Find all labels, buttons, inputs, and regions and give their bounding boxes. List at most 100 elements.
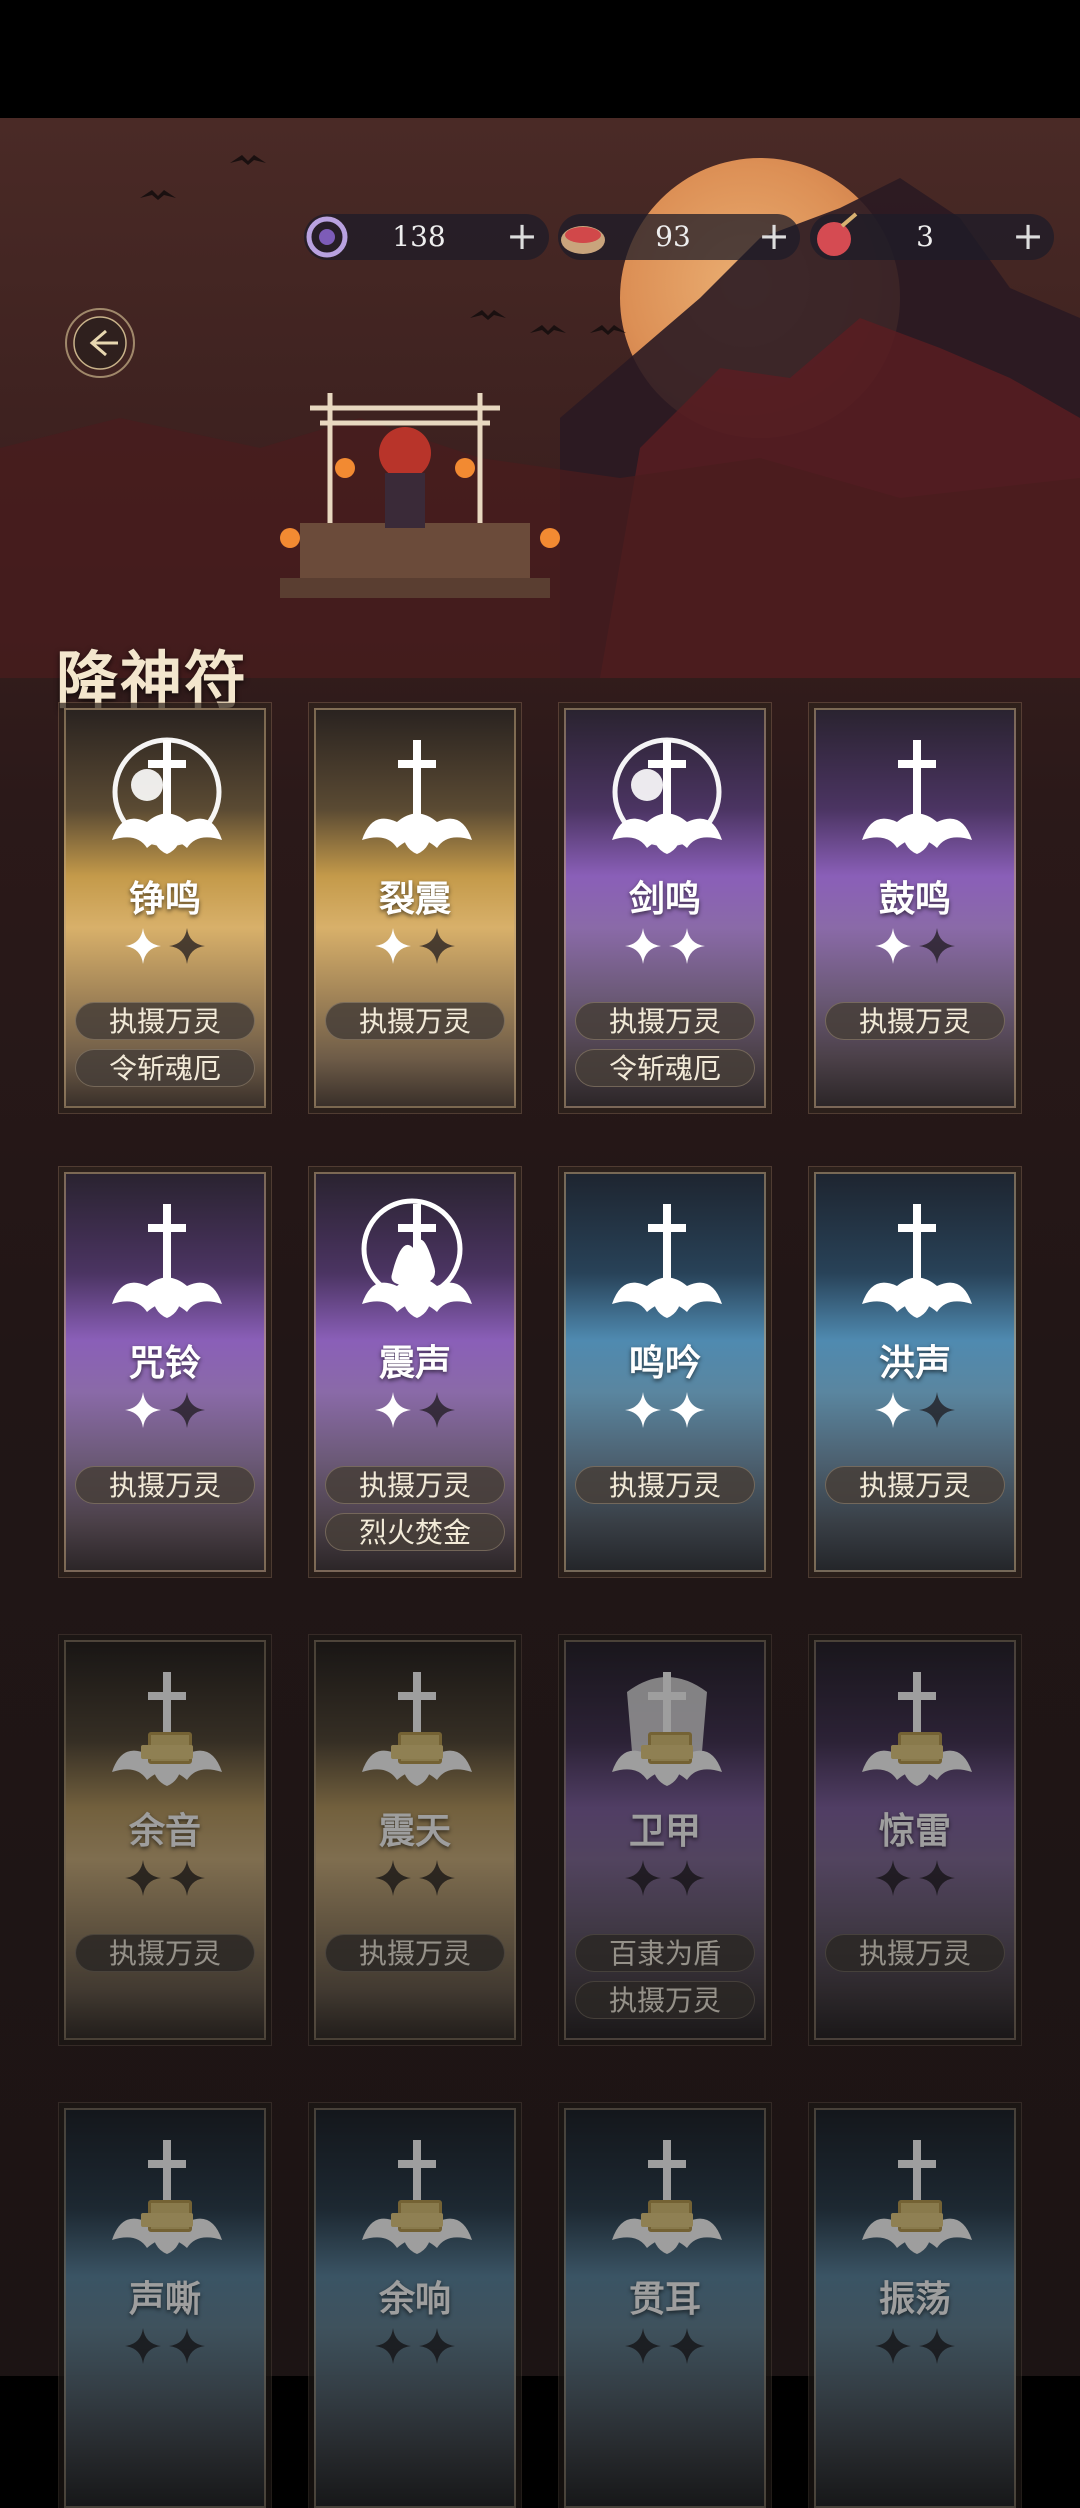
skill-tag: 执摄万灵 bbox=[325, 1466, 505, 1504]
star-filled-icon bbox=[375, 928, 411, 964]
talisman-card[interactable]: 声嘶 bbox=[64, 2108, 266, 2508]
page-title: 降神符 bbox=[56, 644, 249, 717]
lock-icon bbox=[391, 2200, 443, 2232]
skill-tag: 执摄万灵 bbox=[825, 1002, 1005, 1040]
skill-tag: 令斩魂厄 bbox=[75, 1049, 255, 1087]
star-empty-icon bbox=[419, 1860, 455, 1896]
back-arrow-icon bbox=[65, 308, 135, 378]
star-rating bbox=[566, 2326, 764, 2366]
star-empty-icon bbox=[669, 2328, 705, 2364]
currency-bar-spirit: 138 + bbox=[304, 214, 549, 260]
talisman-card[interactable]: 卫甲 百隶为盾 执摄万灵 bbox=[564, 1640, 766, 2040]
add-currency-button[interactable]: + bbox=[502, 214, 542, 260]
sword-cloud-emblem-icon bbox=[612, 1204, 722, 1318]
star-filled-icon bbox=[625, 1392, 661, 1428]
sword-cloud-emblem-icon bbox=[112, 1204, 222, 1318]
star-rating bbox=[816, 2326, 1014, 2366]
talisman-card[interactable]: 咒铃 执摄万灵 bbox=[64, 1172, 266, 1572]
skill-tag: 执摄万灵 bbox=[575, 1466, 755, 1504]
star-rating bbox=[66, 1390, 264, 1430]
meat-bowl-icon bbox=[561, 226, 605, 254]
card-name: 鸣吟 bbox=[628, 1342, 701, 1384]
flame-sword-emblem-icon bbox=[361, 1198, 472, 1318]
status-bar bbox=[0, 0, 1080, 118]
skill-tag: 执摄万灵 bbox=[325, 1002, 505, 1040]
lock-icon bbox=[891, 2200, 943, 2232]
skill-tag: 烈火焚金 bbox=[325, 1513, 505, 1551]
add-currency-button[interactable]: + bbox=[754, 214, 794, 260]
star-empty-icon bbox=[625, 1860, 661, 1896]
star-filled-icon bbox=[875, 928, 911, 964]
star-rating bbox=[316, 2326, 514, 2366]
star-rating bbox=[566, 1390, 764, 1430]
star-rating bbox=[66, 2326, 264, 2366]
currency-bar-pouch: 3 + bbox=[810, 212, 1054, 260]
talisman-card[interactable]: 剑鸣 执摄万灵 令斩魂厄 bbox=[564, 708, 766, 1108]
talisman-card[interactable]: 震声执摄万灵烈火焚金 bbox=[314, 1172, 516, 1572]
lock-icon bbox=[641, 1732, 693, 1764]
star-empty-icon bbox=[919, 1392, 955, 1428]
star-filled-icon bbox=[375, 1392, 411, 1428]
star-rating bbox=[816, 1858, 1014, 1898]
skill-tag: 执摄万灵 bbox=[575, 1981, 755, 2019]
spirit-ring-icon bbox=[306, 216, 348, 258]
star-empty-icon bbox=[419, 928, 455, 964]
talisman-card[interactable]: 洪声 执摄万灵 bbox=[814, 1172, 1016, 1572]
card-name: 余音 bbox=[128, 1810, 201, 1852]
skill-tag: 执摄万灵 bbox=[75, 1002, 255, 1040]
red-pouch-icon bbox=[817, 212, 858, 256]
star-empty-icon bbox=[669, 1860, 705, 1896]
card-name: 铮鸣 bbox=[128, 878, 201, 920]
card-name: 洪声 bbox=[878, 1342, 951, 1384]
star-empty-icon bbox=[419, 2328, 455, 2364]
talisman-card[interactable]: 余音 执摄万灵 bbox=[64, 1640, 266, 2040]
star-rating bbox=[816, 926, 1014, 966]
talisman-card[interactable]: 铮鸣执摄万灵令斩魂厄 bbox=[64, 708, 266, 1108]
star-empty-icon bbox=[375, 1860, 411, 1896]
talisman-card[interactable]: 鸣吟 执摄万灵 bbox=[564, 1172, 766, 1572]
card-name: 裂震 bbox=[378, 878, 451, 920]
star-filled-icon bbox=[669, 928, 705, 964]
back-button[interactable] bbox=[60, 303, 140, 383]
skill-tag: 执摄万灵 bbox=[75, 1934, 255, 1972]
sword-cloud-emblem-icon bbox=[362, 740, 472, 854]
card-name: 惊雷 bbox=[878, 1810, 951, 1852]
star-filled-icon bbox=[125, 928, 161, 964]
star-empty-icon bbox=[375, 2328, 411, 2364]
card-name: 振荡 bbox=[878, 2278, 951, 2320]
lock-icon bbox=[141, 2200, 193, 2232]
star-empty-icon bbox=[169, 1860, 205, 1896]
currency-value: 138 bbox=[392, 220, 446, 253]
lock-icon bbox=[391, 1732, 443, 1764]
card-name: 余响 bbox=[378, 2278, 451, 2320]
star-empty-icon bbox=[125, 2328, 161, 2364]
star-empty-icon bbox=[875, 1860, 911, 1896]
talisman-card[interactable]: 余响 bbox=[314, 2108, 516, 2508]
card-name: 鼓鸣 bbox=[878, 878, 951, 920]
star-rating bbox=[316, 1858, 514, 1898]
star-filled-icon bbox=[875, 1392, 911, 1428]
card-name: 卫甲 bbox=[628, 1810, 701, 1852]
skill-tag: 令斩魂厄 bbox=[575, 1049, 755, 1087]
talisman-card[interactable]: 惊雷 执摄万灵 bbox=[814, 1640, 1016, 2040]
star-empty-icon bbox=[919, 928, 955, 964]
talisman-card[interactable]: 振荡 bbox=[814, 2108, 1016, 2508]
star-filled-icon bbox=[625, 928, 661, 964]
talisman-card[interactable]: 贯耳 bbox=[564, 2108, 766, 2508]
ring-sword-emblem-icon bbox=[112, 737, 222, 854]
star-empty-icon bbox=[169, 2328, 205, 2364]
currency-value: 93 bbox=[655, 220, 691, 253]
star-empty-icon bbox=[919, 1860, 955, 1896]
skill-tag: 执摄万灵 bbox=[75, 1466, 255, 1504]
star-rating bbox=[816, 1390, 1014, 1430]
talisman-card[interactable]: 震天 执摄万灵 bbox=[314, 1640, 516, 2040]
card-name: 震声 bbox=[378, 1342, 451, 1384]
add-currency-button[interactable]: + bbox=[1008, 214, 1048, 260]
skill-tag: 执摄万灵 bbox=[825, 1934, 1005, 1972]
star-rating bbox=[66, 926, 264, 966]
card-name: 咒铃 bbox=[128, 1342, 201, 1384]
talisman-card[interactable]: 鼓鸣 执摄万灵 bbox=[814, 708, 1016, 1108]
star-empty-icon bbox=[125, 1860, 161, 1896]
talisman-card[interactable]: 裂震 执摄万灵 bbox=[314, 708, 516, 1108]
star-empty-icon bbox=[919, 2328, 955, 2364]
